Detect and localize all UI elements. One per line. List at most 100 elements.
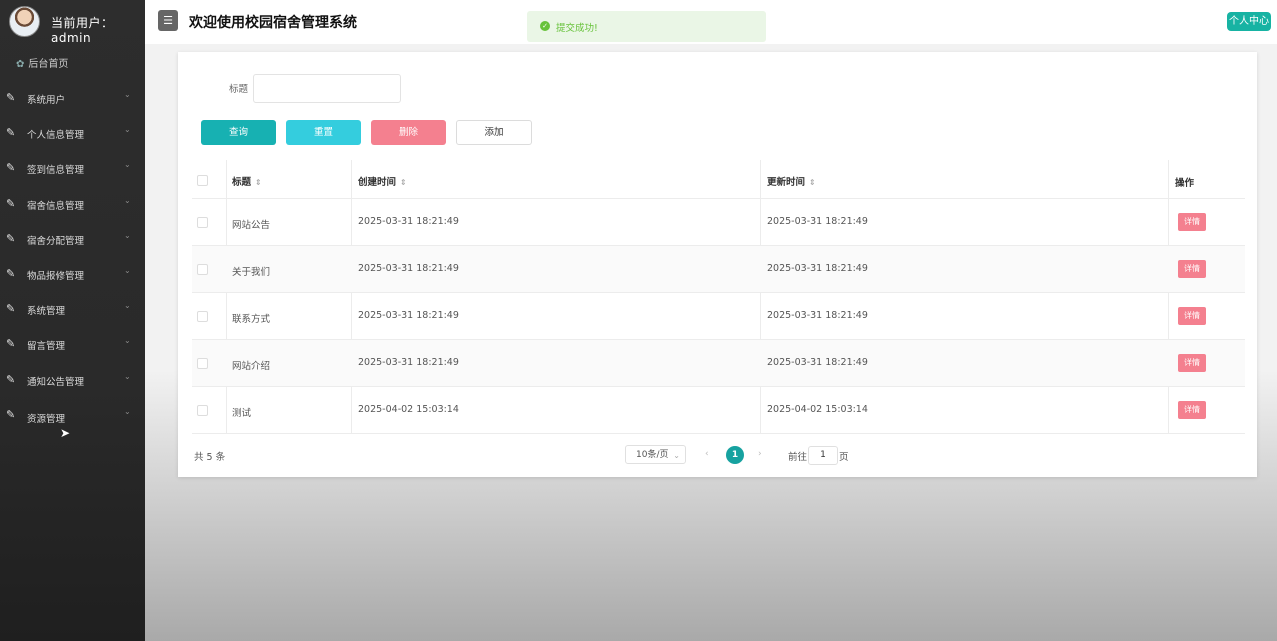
edit-icon: ✎	[6, 91, 16, 104]
row-title: 网站介绍	[232, 361, 271, 372]
sidebar-item-label: 通知公告管理	[27, 376, 85, 388]
delete-button[interactable]: 删除	[371, 120, 446, 145]
chevron-down-icon: ⌄	[124, 195, 131, 205]
chevron-down-icon: ⌄	[124, 230, 131, 240]
goto-page-input[interactable]: 1	[808, 446, 838, 465]
sidebar-item-label: 宿舍信息管理	[27, 200, 85, 212]
sidebar-item-label: 签到信息管理	[27, 165, 85, 177]
row-title: 联系方式	[232, 314, 271, 325]
table-row: 关于我们 2025-03-31 18:21:49 2025-03-31 18:2…	[192, 246, 1245, 293]
row-updated: 2025-03-31 18:21:49	[767, 216, 868, 227]
column-header-label: 更新时间	[767, 177, 806, 188]
page-number-current[interactable]: 1	[726, 446, 744, 464]
column-header-created[interactable]: 创建时间 ⇕	[358, 174, 407, 188]
sidebar-item-resources[interactable]: ✎ 资源管理 ⌄	[0, 397, 145, 432]
chevron-down-icon: ⌄	[124, 371, 131, 381]
column-header-label: 标题	[232, 177, 252, 188]
edit-icon: ✎	[6, 372, 16, 386]
sidebar-item-checkin[interactable]: ✎ 签到信息管理 ⌄	[0, 150, 145, 185]
detail-button[interactable]: 详情	[1178, 213, 1206, 231]
row-title: 网站公告	[232, 220, 271, 231]
row-updated: 2025-04-02 15:03:14	[767, 404, 868, 415]
page-size-value: 10条/页	[636, 450, 669, 460]
current-user-label: 当前用户： admin	[51, 16, 114, 45]
sidebar-item-system[interactable]: ✎ 系统管理 ⌄	[0, 291, 145, 326]
profile-center-button[interactable]: 个人中心	[1227, 12, 1271, 31]
home-icon: ✿	[16, 59, 25, 70]
column-header-updated[interactable]: 更新时间 ⇕	[767, 174, 816, 188]
sidebar-item-repair[interactable]: ✎ 物品报修管理 ⌄	[0, 256, 145, 291]
page-title: 欢迎使用校园宿舍管理系统	[189, 15, 357, 31]
edit-icon: ✎	[6, 337, 16, 351]
row-created: 2025-03-31 18:21:49	[358, 310, 459, 321]
row-updated: 2025-03-31 18:21:49	[767, 310, 868, 321]
row-checkbox[interactable]	[197, 264, 208, 275]
chevron-down-icon: ⌄	[124, 406, 131, 416]
chevron-down-icon: ⌄	[124, 336, 131, 346]
row-checkbox[interactable]	[197, 405, 208, 416]
chevron-down-icon: ⌄	[673, 451, 680, 460]
table-header-row: 标题 ⇕ 创建时间 ⇕ 更新时间 ⇕ 操作	[192, 160, 1245, 199]
select-all-checkbox[interactable]	[197, 175, 208, 186]
sidebar-item-label: 个人信息管理	[27, 130, 85, 142]
avatar[interactable]	[9, 6, 40, 37]
hamburger-icon: ☰	[163, 14, 173, 27]
column-header-actions: 操作	[1175, 178, 1195, 189]
sidebar-item-notices[interactable]: ✎ 通知公告管理 ⌄	[0, 362, 145, 397]
edit-icon: ✎	[6, 126, 16, 140]
add-button[interactable]: 添加	[456, 120, 532, 145]
sidebar-item-label: 系统管理	[27, 306, 66, 318]
next-page-icon[interactable]: ›	[758, 449, 762, 459]
goto-suffix: 页	[839, 452, 849, 463]
sidebar-menu: ✎ 系统用户 ⌄ ✎ 个人信息管理 ⌄ ✎ 签到信息管理 ⌄ ✎ 宿舍信息管理 …	[0, 80, 145, 432]
sort-icon[interactable]: ⇕	[255, 178, 262, 187]
edit-icon: ✎	[6, 407, 16, 421]
row-title: 测试	[232, 408, 252, 419]
row-created: 2025-03-31 18:21:49	[358, 263, 459, 274]
goto-label: 前往	[788, 452, 808, 463]
total-count: 共 5 条	[194, 452, 226, 463]
row-updated: 2025-03-31 18:21:49	[767, 357, 868, 368]
edit-icon: ✎	[6, 161, 16, 175]
sidebar-item-label: 物品报修管理	[27, 270, 85, 282]
row-updated: 2025-03-31 18:21:49	[767, 263, 868, 274]
search-title-input[interactable]	[253, 74, 401, 103]
chevron-down-icon: ⌄	[124, 265, 131, 275]
detail-button[interactable]: 详情	[1178, 354, 1206, 372]
sidebar-item-dorm-info[interactable]: ✎ 宿舍信息管理 ⌄	[0, 186, 145, 221]
row-checkbox[interactable]	[197, 358, 208, 369]
page-size-select[interactable]: 10条/页 ⌄	[625, 445, 686, 464]
column-header-title[interactable]: 标题 ⇕	[232, 174, 262, 188]
prev-page-icon[interactable]: ‹	[705, 449, 709, 459]
sidebar-item-label: 留言管理	[27, 341, 66, 353]
detail-button[interactable]: 详情	[1178, 260, 1206, 278]
edit-icon: ✎	[6, 196, 16, 210]
success-toast: ✓ 提交成功!	[527, 11, 766, 42]
sidebar-item-personal-info[interactable]: ✎ 个人信息管理 ⌄	[0, 115, 145, 150]
detail-button[interactable]: 详情	[1178, 307, 1206, 325]
sidebar: 当前用户： admin ✿ 后台首页 ✎ 系统用户 ⌄ ✎ 个人信息管理 ⌄ ✎ …	[0, 0, 145, 641]
chevron-down-icon: ⌄	[124, 90, 131, 99]
reset-button[interactable]: 重置	[286, 120, 361, 145]
row-checkbox[interactable]	[197, 311, 208, 322]
table-row: 联系方式 2025-03-31 18:21:49 2025-03-31 18:2…	[192, 293, 1245, 340]
detail-button[interactable]: 详情	[1178, 401, 1206, 419]
edit-icon: ✎	[6, 266, 16, 280]
sort-icon[interactable]: ⇕	[809, 178, 816, 187]
sidebar-item-system-users[interactable]: ✎ 系统用户 ⌄	[0, 80, 145, 115]
sidebar-item-dorm-assign[interactable]: ✎ 宿舍分配管理 ⌄	[0, 221, 145, 256]
sort-icon[interactable]: ⇕	[400, 178, 407, 187]
column-header-label: 创建时间	[358, 177, 397, 188]
sidebar-item-messages[interactable]: ✎ 留言管理 ⌄	[0, 326, 145, 361]
sidebar-item-label: 后台首页	[28, 59, 69, 70]
chevron-down-icon: ⌄	[124, 125, 131, 135]
menu-toggle-button[interactable]: ☰	[158, 10, 178, 31]
row-checkbox[interactable]	[197, 217, 208, 228]
toast-message: 提交成功!	[556, 23, 598, 34]
sidebar-item-label: 资源管理	[27, 413, 66, 425]
chevron-down-icon: ⌄	[124, 301, 131, 311]
table-row: 测试 2025-04-02 15:03:14 2025-04-02 15:03:…	[192, 387, 1245, 434]
sidebar-item-home[interactable]: ✿ 后台首页	[16, 55, 68, 70]
query-button[interactable]: 查询	[201, 120, 276, 145]
edit-icon: ✎	[6, 231, 16, 245]
